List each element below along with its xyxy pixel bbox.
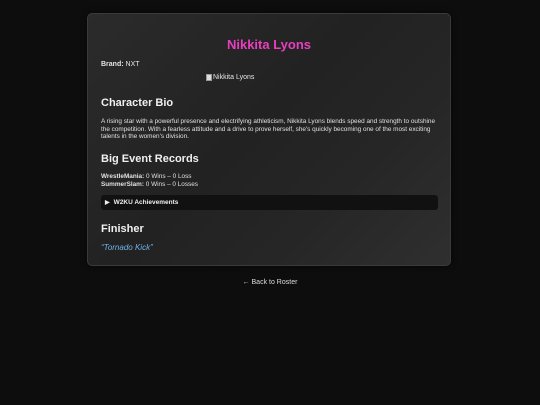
finisher-heading: Finisher [101, 223, 144, 235]
wrestler-name: Nikkita Lyons [226, 37, 312, 52]
record-summerslam: SummerSlam: 0 Wins – 0 Losses [101, 181, 198, 188]
record-value: 0 Wins – 0 Losses [145, 181, 198, 188]
brand-value: NXT [125, 61, 140, 68]
portrait-alt-text: Nikkita Lyons [213, 74, 255, 81]
profile-card: Nikkita Lyons Brand: NXT Nikkita Lyons C… [87, 13, 451, 266]
brand-label: Brand: [101, 61, 124, 68]
record-event: SummerSlam: [101, 181, 144, 188]
record-value: 0 Wins – 0 Loss [146, 173, 192, 180]
wrestler-portrait: Nikkita Lyons [206, 74, 254, 81]
bio-heading: Character Bio [101, 97, 174, 109]
records-heading: Big Event Records [101, 153, 199, 165]
achievements-label: W2KU Achievements [113, 199, 179, 206]
finisher-move: “Tornado Kick” [101, 243, 153, 252]
brand-line: Brand: NXT [101, 61, 140, 68]
back-to-roster-link[interactable]: ← Back to Roster [0, 279, 540, 286]
record-wrestlemania: WrestleMania: 0 Wins – 0 Loss [101, 173, 191, 180]
bio-text: A rising star with a powerful presence a… [101, 118, 436, 141]
achievements-disclosure[interactable]: ▶ W2KU Achievements [101, 195, 438, 210]
broken-image-icon [206, 74, 212, 81]
disclosure-triangle-icon: ▶ [105, 200, 110, 206]
record-event: WrestleMania: [101, 173, 145, 180]
